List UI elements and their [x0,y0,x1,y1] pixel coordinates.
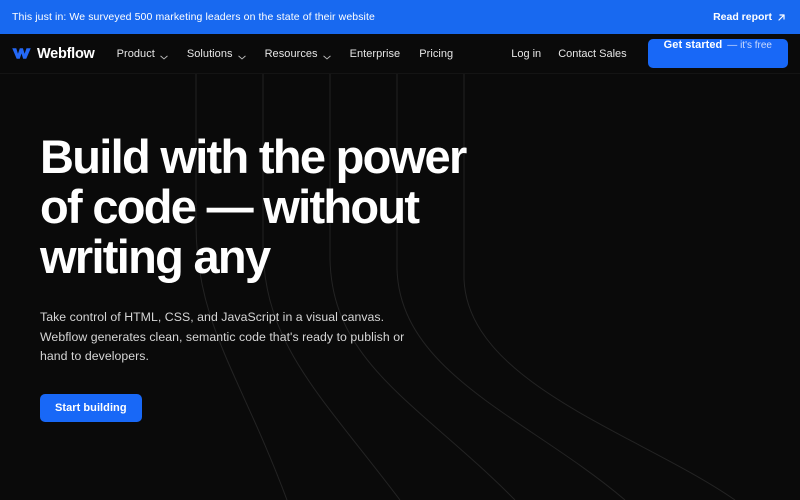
nav-item-resources[interactable]: Resources [265,48,331,60]
contact-sales-link[interactable]: Contact Sales [558,48,626,60]
get-started-button[interactable]: Get started — it's free [647,39,788,68]
read-report-label: Read report [713,11,772,23]
page-title: Build with the power of code — without w… [40,130,467,283]
nav-item-label: Solutions [186,47,233,60]
brand-name: Webflow [37,45,95,62]
nav-item-solutions[interactable]: Solutions [187,48,246,60]
announcement-banner: This just in: We surveyed 500 marketing … [0,0,800,34]
nav-item-product[interactable]: Product [117,48,168,60]
nav-actions: Log in Contact Sales Get started — it's … [511,39,788,68]
nav-links: Product Solutions Resources Enterprise P… [117,48,454,60]
get-started-label: Get started [663,39,723,51]
brand-home-link[interactable]: Webflow [12,46,95,62]
nav-item-label: Product [116,47,155,60]
read-report-link[interactable]: Read report [713,11,786,23]
hero-content: Build with the power of code — without w… [0,74,520,422]
nav-item-pricing[interactable]: Pricing [419,48,453,60]
announcement-text: This just in: We surveyed 500 marketing … [12,11,375,23]
chevron-down-icon [160,51,168,60]
arrow-up-right-icon [777,13,786,22]
chevron-down-icon [322,51,331,60]
main-navigation-bar: Webflow Product Solutions Resources Ente… [0,34,800,74]
start-building-button[interactable]: Start building [40,393,142,422]
login-link[interactable]: Log in [511,48,541,60]
hero-section: Build with the power of code — without w… [0,74,800,500]
webflow-landing-page: This just in: We surveyed 500 marketing … [0,0,800,500]
chevron-down-icon [237,51,246,60]
nav-item-enterprise[interactable]: Enterprise [350,48,401,60]
get-started-suffix: — it's free [727,40,772,51]
nav-item-label: Pricing [419,47,454,60]
nav-item-label: Resources [264,47,318,60]
webflow-logo-icon [12,47,31,60]
hero-description: Take control of HTML, CSS, and JavaScrip… [40,310,405,363]
nav-item-label: Enterprise [349,47,401,60]
